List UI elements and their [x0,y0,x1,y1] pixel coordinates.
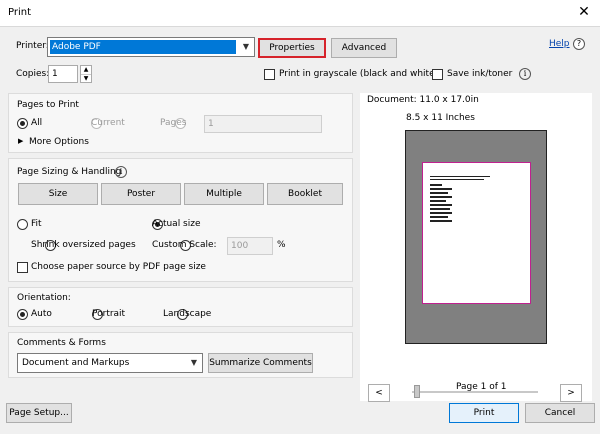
pages-range-input[interactable]: 1 [204,115,322,133]
print-dialog: Printer: Adobe PDF ▼ Properties Advanced… [0,26,600,434]
current-page-label: Current [91,118,125,128]
page-indicator: Page 1 of 1 [456,382,507,392]
landscape-label: Landscape [163,309,212,319]
more-options-link[interactable]: More Options [29,137,89,147]
preview-text-line [430,220,452,222]
page-sizing-title: Page Sizing & Handling [17,167,122,177]
portrait-label: Portrait [92,309,126,319]
grayscale-label: Print in grayscale (black and white) [279,69,439,79]
properties-button[interactable]: Properties [258,38,326,58]
orientation-panel: Orientation: Auto Portrait Landscape [8,287,353,327]
chevron-down-icon: ▼ [242,42,250,51]
preview-text-line [430,204,452,206]
preview-text-line [430,184,442,186]
preview-text-line [430,179,484,180]
help-icon[interactable]: ? [573,38,585,50]
all-pages-radio[interactable] [17,118,28,129]
preview-text-line [430,192,448,194]
summarize-comments-button[interactable]: Summarize Comments [208,353,313,373]
paper-source-checkbox[interactable] [17,262,28,273]
stepper-up-icon[interactable]: ▲ [81,66,91,74]
multiple-tab[interactable]: Multiple [184,183,264,205]
preview-text-line [430,208,450,210]
preview-text-line [430,176,490,177]
document-size-label: Document: 11.0 x 17.0in [367,95,479,105]
booklet-tab[interactable]: Booklet [267,183,343,205]
shrink-oversized-label: Shrink oversized pages [31,240,136,250]
fit-label: Fit [31,219,42,229]
actual-size-label: Actual size [152,219,201,229]
title-bar: Print ✕ [0,0,600,26]
preview-text-line [430,212,452,214]
printer-select-value: Adobe PDF [50,40,236,54]
comments-forms-value: Document and Markups [22,358,130,368]
poster-tab[interactable]: Poster [101,183,181,205]
custom-scale-label: Custom Scale: [152,240,217,250]
preview-text-line [430,216,448,218]
copies-label: Copies: [16,69,50,79]
expand-triangle-icon[interactable]: ▶ [18,137,23,145]
custom-scale-input[interactable]: 100 [227,237,273,255]
chevron-down-icon: ▼ [190,358,198,367]
close-icon[interactable]: ✕ [576,4,592,20]
paper-source-label: Choose paper source by PDF page size [31,262,206,272]
pages-to-print-title: Pages to Print [17,100,79,110]
save-ink-checkbox[interactable] [432,69,443,80]
help-link[interactable]: Help [549,39,570,49]
preview-text-line [430,196,452,198]
orientation-title: Orientation: [17,293,71,303]
preview-page [422,162,531,304]
comments-forms-select[interactable]: Document and Markups ▼ [17,353,203,373]
window-title: Print [8,7,32,18]
next-page-button[interactable]: > [560,384,582,402]
preview-text-line [430,200,446,202]
page-sizing-panel: Page Sizing & Handling i Size Poster Mul… [8,158,353,282]
printer-label: Printer: [16,41,49,51]
advanced-button[interactable]: Advanced [331,38,397,58]
preview-sheet [405,130,547,344]
comments-forms-panel: Comments & Forms Document and Markups ▼ … [8,332,353,378]
info-icon[interactable]: i [115,166,127,178]
auto-orientation-label: Auto [31,309,52,319]
cancel-button[interactable]: Cancel [525,403,595,423]
page-slider-handle[interactable] [414,385,420,398]
percent-label: % [277,240,286,250]
paper-size-label: 8.5 x 11 Inches [406,113,475,123]
fit-radio[interactable] [17,219,28,230]
info-icon[interactable]: i [519,68,531,80]
printer-select[interactable]: Adobe PDF ▼ [47,37,255,57]
grayscale-checkbox[interactable] [264,69,275,80]
print-button[interactable]: Print [449,403,519,423]
copies-input[interactable]: 1 [48,65,78,83]
preview-text-line [430,188,452,190]
copies-stepper[interactable]: ▲ ▼ [80,65,92,83]
pages-range-label: Pages [160,118,187,128]
auto-orientation-radio[interactable] [17,309,28,320]
all-pages-label: All [31,118,43,128]
previous-page-button[interactable]: < [368,384,390,402]
size-tab[interactable]: Size [18,183,98,205]
page-setup-button[interactable]: Page Setup... [6,403,72,423]
save-ink-label: Save ink/toner [447,69,513,79]
pages-to-print-panel: Pages to Print All Current Pages 1 ▶ Mor… [8,93,353,153]
comments-forms-title: Comments & Forms [17,338,106,348]
stepper-down-icon[interactable]: ▼ [81,74,91,82]
preview-pane: Document: 11.0 x 17.0in 8.5 x 11 Inches … [360,93,592,402]
